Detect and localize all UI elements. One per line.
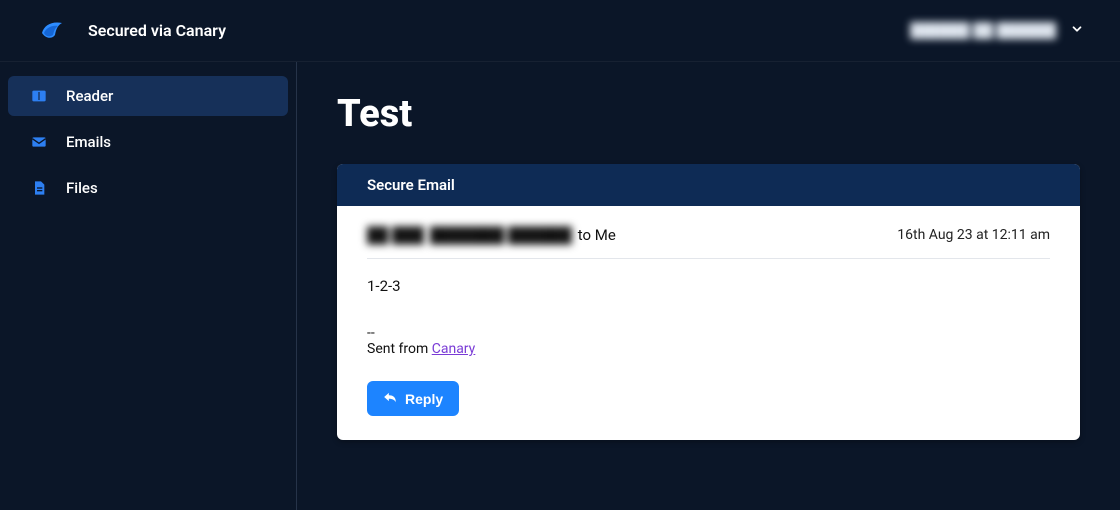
email-meta: ██ ███ ███████ ██████ to Me 16th Aug 23 … [367,226,1050,259]
chevron-down-icon [1070,21,1084,40]
sidebar-item-label: Emails [66,133,111,151]
app-title: Secured via Canary [88,21,226,40]
header-left: Secured via Canary [36,15,226,47]
email-icon [30,133,48,151]
user-display-name: ██████ ██ ██████ [910,22,1056,39]
reply-button[interactable]: Reply [367,381,459,416]
reader-icon [30,87,48,105]
sender-line: ██ ███ ███████ ██████ to Me [367,226,616,244]
canary-logo-icon [36,15,68,47]
sidebar-item-reader[interactable]: Reader [8,76,288,116]
app-header: Secured via Canary ██████ ██ ██████ [0,0,1120,62]
user-menu[interactable]: ██████ ██ ██████ [910,21,1084,40]
reply-icon [383,390,397,407]
sender-prefix: ██ ███ [367,226,424,244]
signature-prefix: Sent from [367,341,432,357]
sidebar-item-emails[interactable]: Emails [8,122,288,162]
page-title: Test [337,92,1080,136]
email-timestamp: 16th Aug 23 at 12:11 am [897,227,1050,243]
sidebar: Reader Emails Files [0,62,297,510]
file-icon [30,179,48,197]
signature-divider: -- [367,325,1050,341]
signature-link[interactable]: Canary [432,341,476,357]
sidebar-item-files[interactable]: Files [8,168,288,208]
card-body: ██ ███ ███████ ██████ to Me 16th Aug 23 … [337,206,1080,440]
card-header: Secure Email [337,164,1080,206]
reply-label: Reply [405,391,443,407]
signature-line: Sent from Canary [367,341,1050,357]
sidebar-item-label: Files [66,179,98,197]
email-body: 1-2-3 [367,277,1050,295]
sidebar-item-label: Reader [66,87,113,105]
main-content: Test Secure Email ██ ███ ███████ ██████ … [297,62,1120,510]
email-card: Secure Email ██ ███ ███████ ██████ to Me… [337,164,1080,440]
sender-name: ███████ ██████ [430,226,572,244]
sender-to: to Me [578,226,616,244]
